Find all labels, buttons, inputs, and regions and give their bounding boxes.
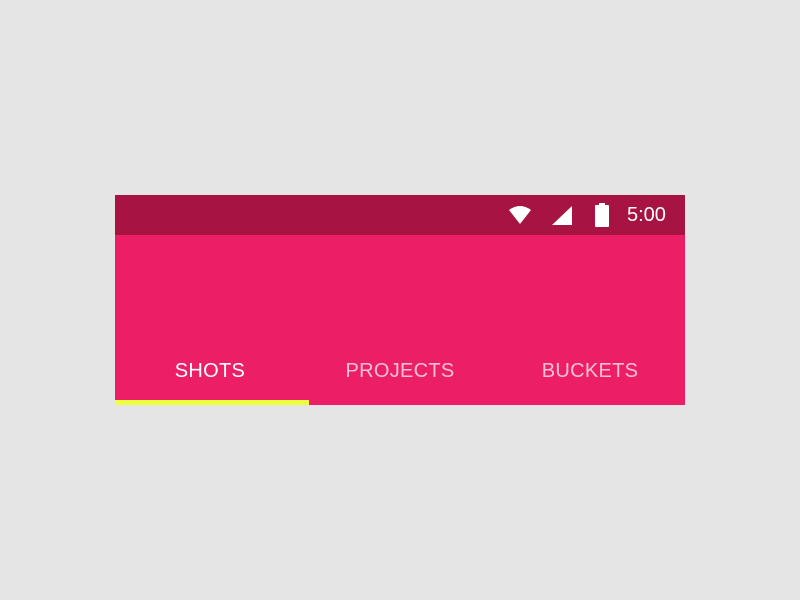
status-bar: 5:00 xyxy=(115,195,685,235)
app-header: 5:00 SHOTS PROJECTS BUCKETS xyxy=(115,195,685,405)
status-time: 5:00 xyxy=(627,204,666,226)
tab-buckets[interactable]: BUCKETS xyxy=(495,347,685,395)
battery-icon xyxy=(593,195,611,235)
cellular-signal-icon xyxy=(549,195,575,235)
tab-shots[interactable]: SHOTS xyxy=(115,347,305,395)
active-tab-indicator xyxy=(115,400,309,405)
tab-projects[interactable]: PROJECTS xyxy=(305,347,495,395)
wifi-icon xyxy=(507,195,533,235)
tab-bar: SHOTS PROJECTS BUCKETS xyxy=(115,347,685,405)
